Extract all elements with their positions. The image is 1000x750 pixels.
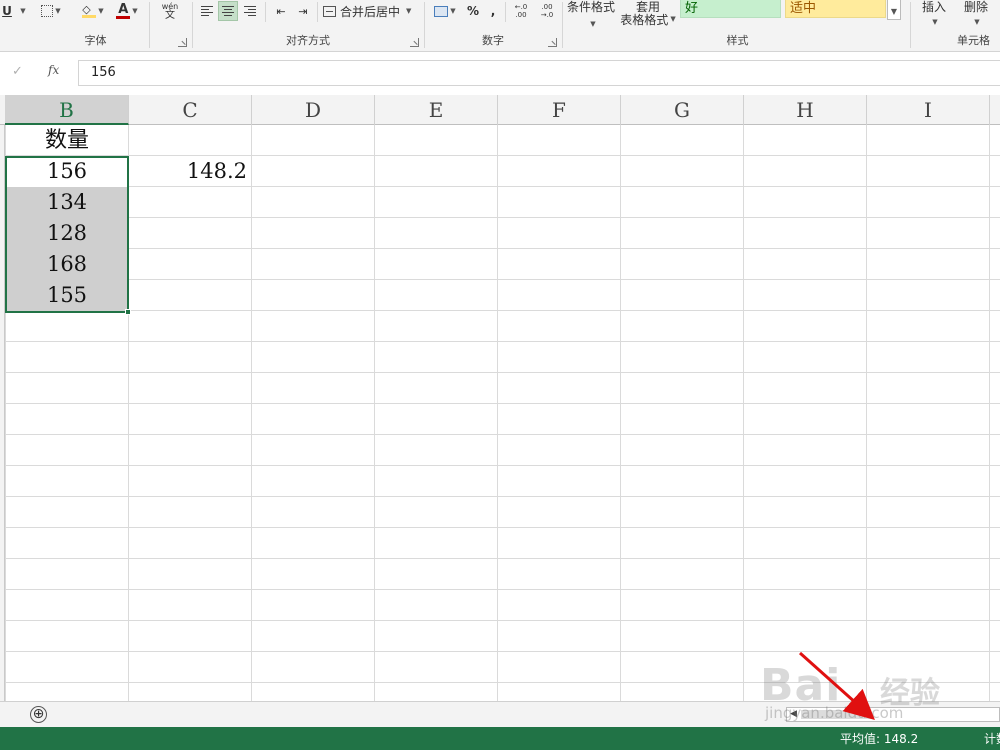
formula-input[interactable]: 156 — [78, 60, 1000, 86]
baidu-watermark-url: jingyan.baidu.com — [765, 704, 904, 722]
cell-b1[interactable]: 数量 — [5, 125, 129, 156]
enter-check-icon[interactable]: ✓ — [12, 64, 23, 79]
cell-b6[interactable]: 155 — [5, 280, 129, 311]
chevron-down-icon: ▼ — [932, 18, 938, 26]
style-good-cell[interactable]: 好 — [680, 0, 781, 18]
cell-b2[interactable]: 156 — [5, 156, 129, 187]
table-format-button-line2[interactable]: 表格格式 ▼ — [618, 9, 678, 29]
formula-bar: ✓ fx 156 — [0, 56, 1000, 88]
column-header-g[interactable]: G — [621, 95, 744, 125]
cell-c2[interactable]: 148.2 — [129, 156, 252, 187]
style-neutral-cell[interactable]: 适中 — [785, 0, 886, 18]
cell-b5[interactable]: 168 — [5, 249, 129, 280]
column-header-b[interactable]: B — [5, 95, 129, 125]
column-header-h[interactable]: H — [744, 95, 867, 125]
delete-dropdown[interactable]: ▼ — [970, 12, 982, 32]
column-header-e[interactable]: E — [375, 95, 498, 125]
cell-b4[interactable]: 128 — [5, 218, 129, 249]
worksheet-grid[interactable]: B C D E F G H I 数量 156 134 128 168 155 1… — [0, 95, 1000, 701]
status-bar: 平均值: 148.2 计数 — [0, 727, 1000, 750]
insert-function-icon[interactable]: fx — [48, 63, 59, 77]
ribbon: U ▼ ▼ ◇ ▼ A ▼ wén 文 字体 ⇤ ⇥ 合并后居中 ▼ 对齐方式 … — [0, 0, 1000, 52]
column-headers: B C D E F G H I — [0, 95, 1000, 125]
status-average[interactable]: 平均值: 148.2 — [840, 730, 918, 747]
fill-handle[interactable] — [125, 309, 131, 315]
column-header-partial[interactable] — [990, 95, 1000, 125]
chevron-down-icon: ▼ — [974, 18, 980, 26]
conditional-format-label: 条件格式 — [566, 0, 615, 14]
status-count[interactable]: 计数 — [984, 730, 1000, 747]
table-format-label-2: 表格格式 — [620, 12, 669, 27]
column-header-c[interactable]: C — [129, 95, 252, 125]
styles-group-label: 样式 — [726, 34, 749, 47]
column-header-d[interactable]: D — [252, 95, 375, 125]
cell-area[interactable] — [5, 125, 1000, 701]
insert-dropdown[interactable]: ▼ — [928, 12, 940, 32]
column-header-i[interactable]: I — [867, 95, 990, 125]
cells-group-label: 单元格 — [957, 34, 990, 47]
conditional-format-dropdown[interactable]: ▼ — [586, 14, 598, 34]
chevron-down-icon: ▼ — [590, 20, 596, 28]
cells-group: 插入 ▼ 删除 ▼ 单元格 — [911, 0, 1000, 52]
add-sheet-icon[interactable]: ⊕ — [30, 706, 47, 723]
styles-group: 条件格式 ▼ 套用 表格格式 ▼ 好 适中 ▼ 样式 — [0, 0, 910, 52]
column-header-f[interactable]: F — [498, 95, 621, 125]
styles-gallery-more-icon[interactable]: ▼ — [887, 0, 901, 20]
cell-b3[interactable]: 134 — [5, 187, 129, 218]
